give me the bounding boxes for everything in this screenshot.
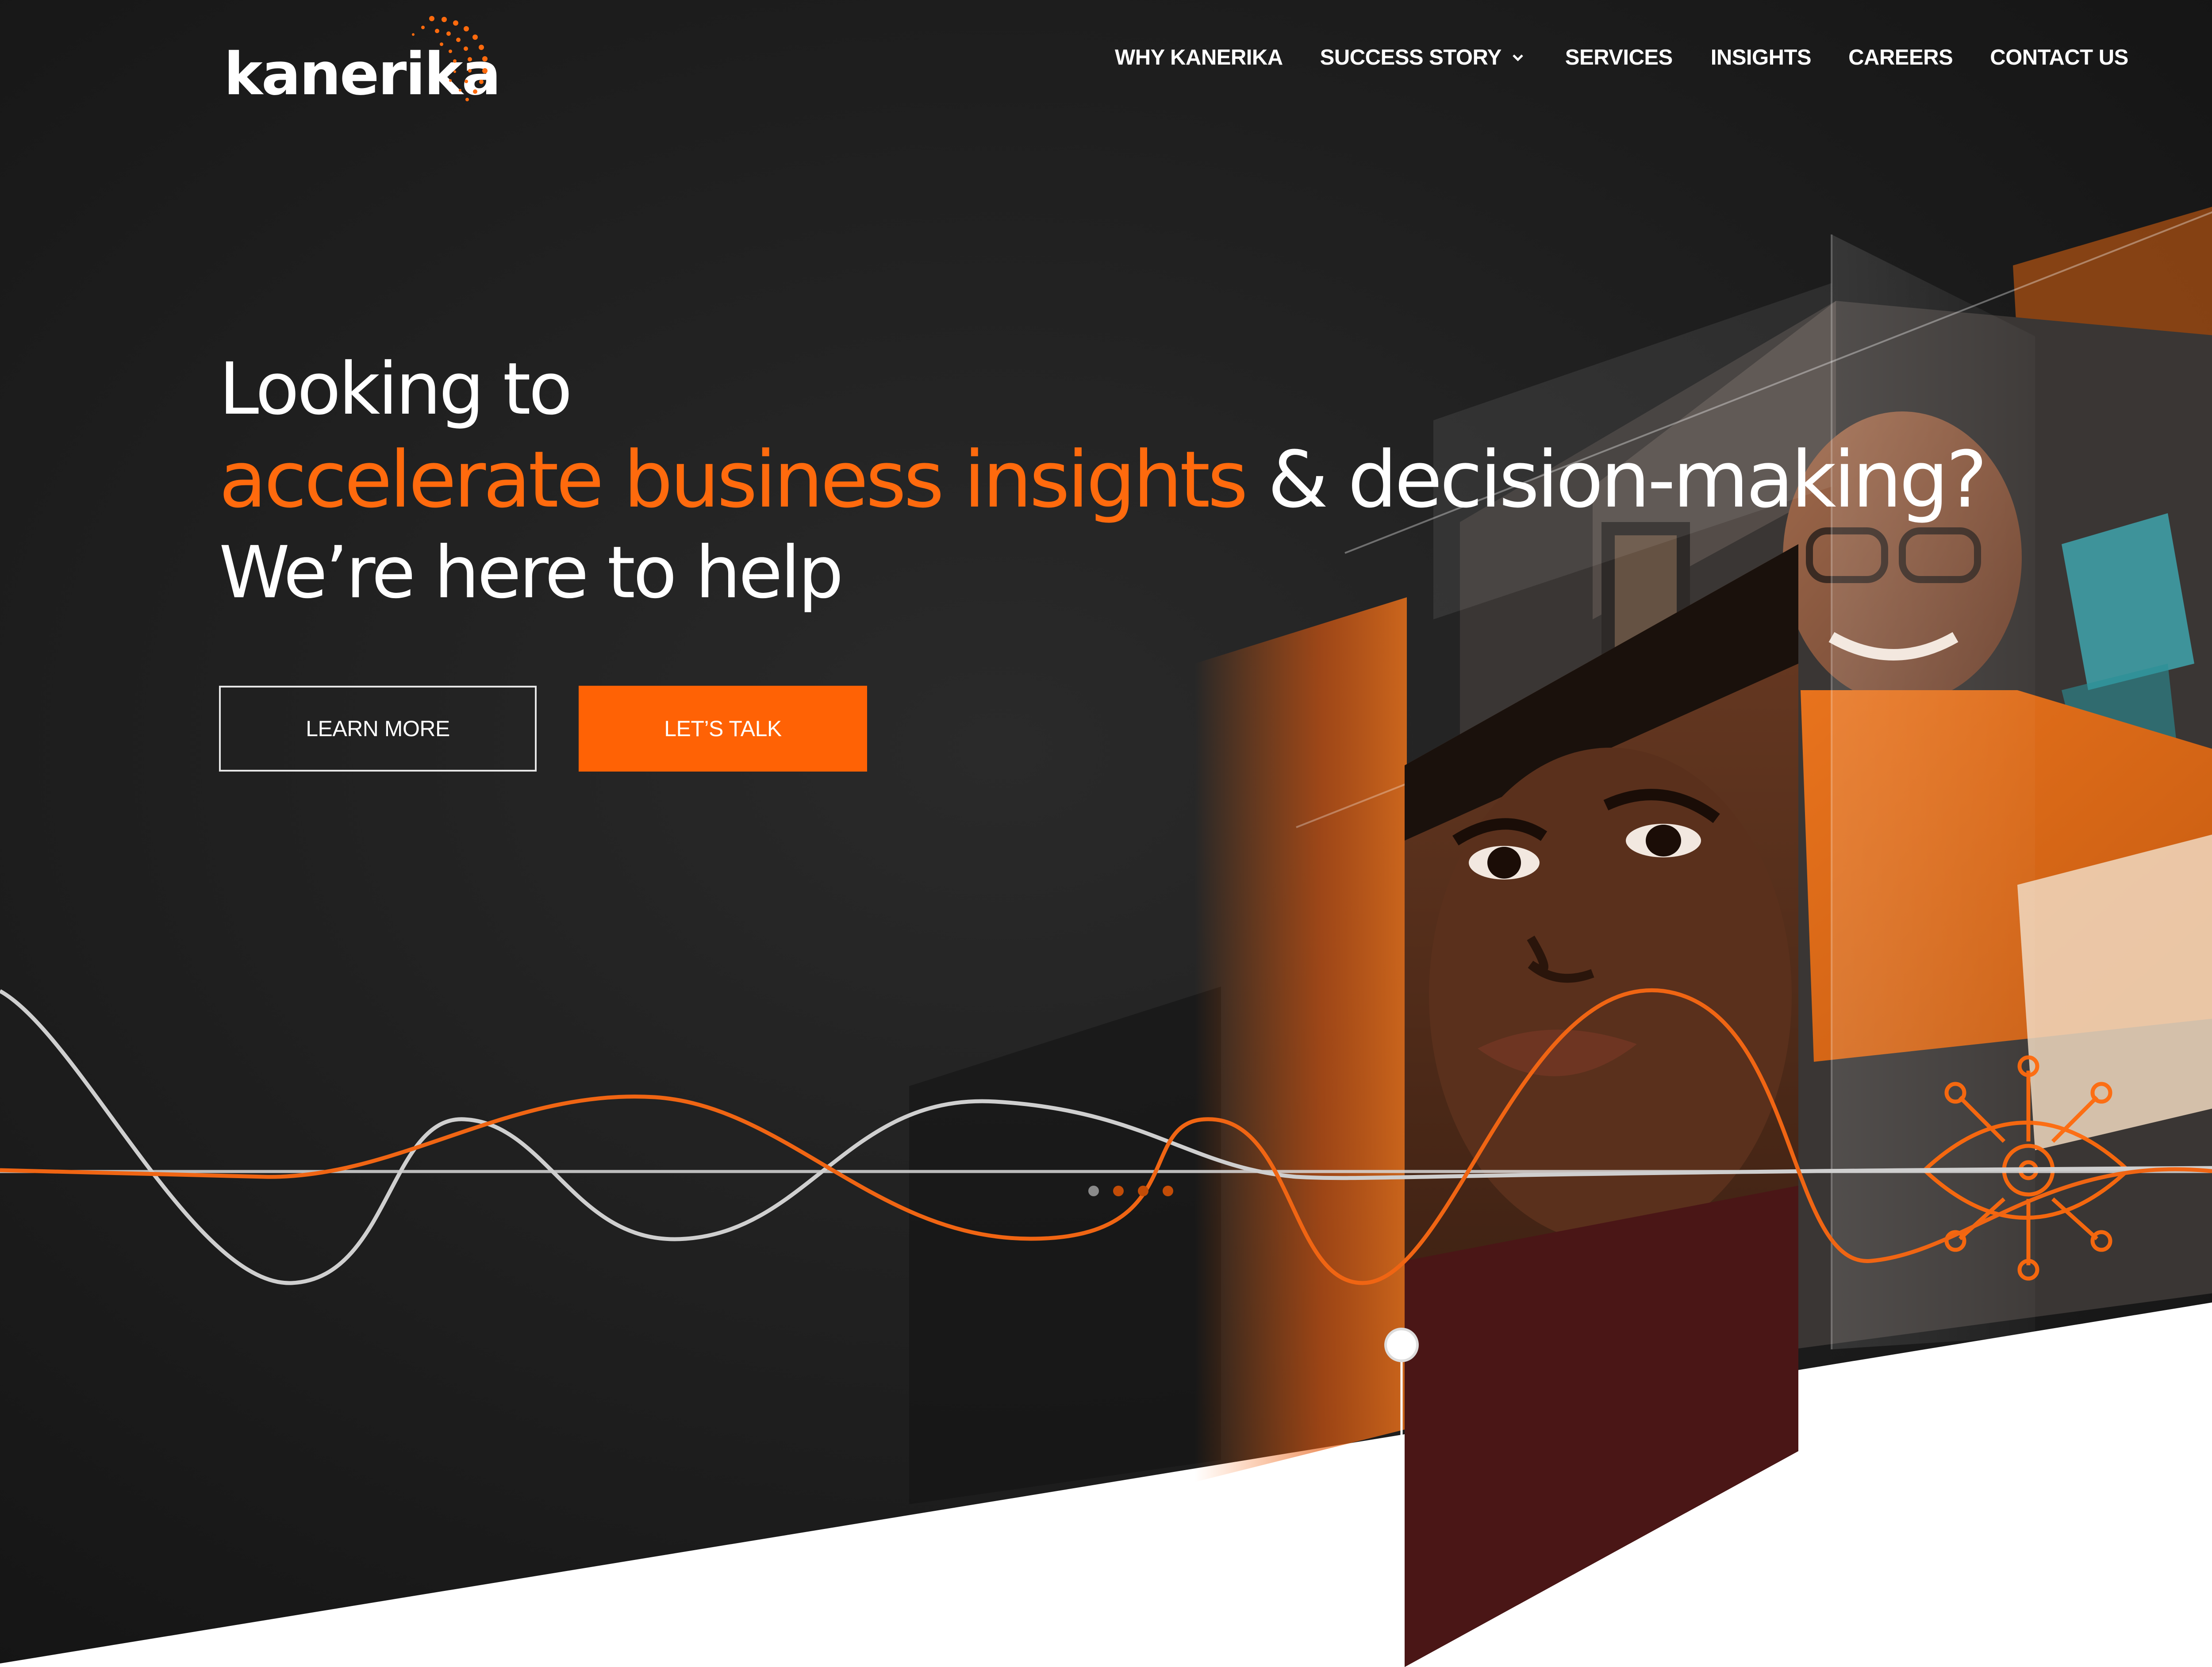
nav-item-insights[interactable]: INSIGHTS	[1710, 43, 1812, 72]
hero-line-1: Looking to	[219, 348, 572, 431]
logo-burst-icon	[412, 16, 488, 101]
hero-line-2: accelerate business insights & decision-…	[219, 434, 1987, 526]
learn-more-label: LEARN MORE	[306, 716, 450, 741]
main-nav: WHY KANERIKA SUCCESS STORY SERVICES INSI…	[1115, 43, 2128, 72]
nav-item-label: CAREERS	[1848, 46, 1953, 69]
hero-line-2-rest: & decision-making?	[1245, 434, 1987, 525]
slider-dot-1[interactable]	[1088, 1186, 1099, 1196]
nav-item-label: INSIGHTS	[1710, 46, 1812, 69]
slider-dot-3[interactable]	[1138, 1186, 1148, 1196]
lets-talk-button[interactable]: LET’S TALK	[579, 686, 867, 772]
nav-item-careers[interactable]: CAREERS	[1848, 43, 1953, 72]
nav-item-label: SERVICES	[1565, 46, 1673, 69]
slider-dot-4[interactable]	[1163, 1186, 1173, 1196]
site-header: kanerika WHY KANERIKA SUCCESS STORY SERV…	[0, 0, 2212, 119]
nav-item-label: SUCCESS STORY	[1320, 46, 1502, 69]
slider-pagination	[1088, 1186, 1187, 1196]
nav-item-success-story[interactable]: SUCCESS STORY	[1320, 43, 1525, 72]
kanerika-logo[interactable]: kanerika	[219, 10, 503, 116]
nav-item-services[interactable]: SERVICES	[1565, 43, 1673, 72]
nav-item-why-kanerika[interactable]: WHY KANERIKA	[1115, 43, 1283, 72]
nav-item-label: CONTACT US	[1990, 46, 2128, 69]
hero-headline: Looking to accelerate business insights …	[219, 345, 1987, 619]
slider-dot-2[interactable]	[1113, 1186, 1124, 1196]
hero-background	[0, 0, 2212, 1667]
hero-accent-text: accelerate business insights	[219, 434, 1248, 525]
lets-talk-label: LET’S TALK	[664, 716, 782, 741]
chevron-down-icon	[1513, 54, 1523, 61]
nav-item-label: WHY KANERIKA	[1115, 46, 1283, 69]
learn-more-button[interactable]: LEARN MORE	[219, 686, 537, 772]
hero-line-3: We’re here to help	[219, 531, 844, 615]
nav-item-contact-us[interactable]: CONTACT US	[1990, 43, 2128, 72]
